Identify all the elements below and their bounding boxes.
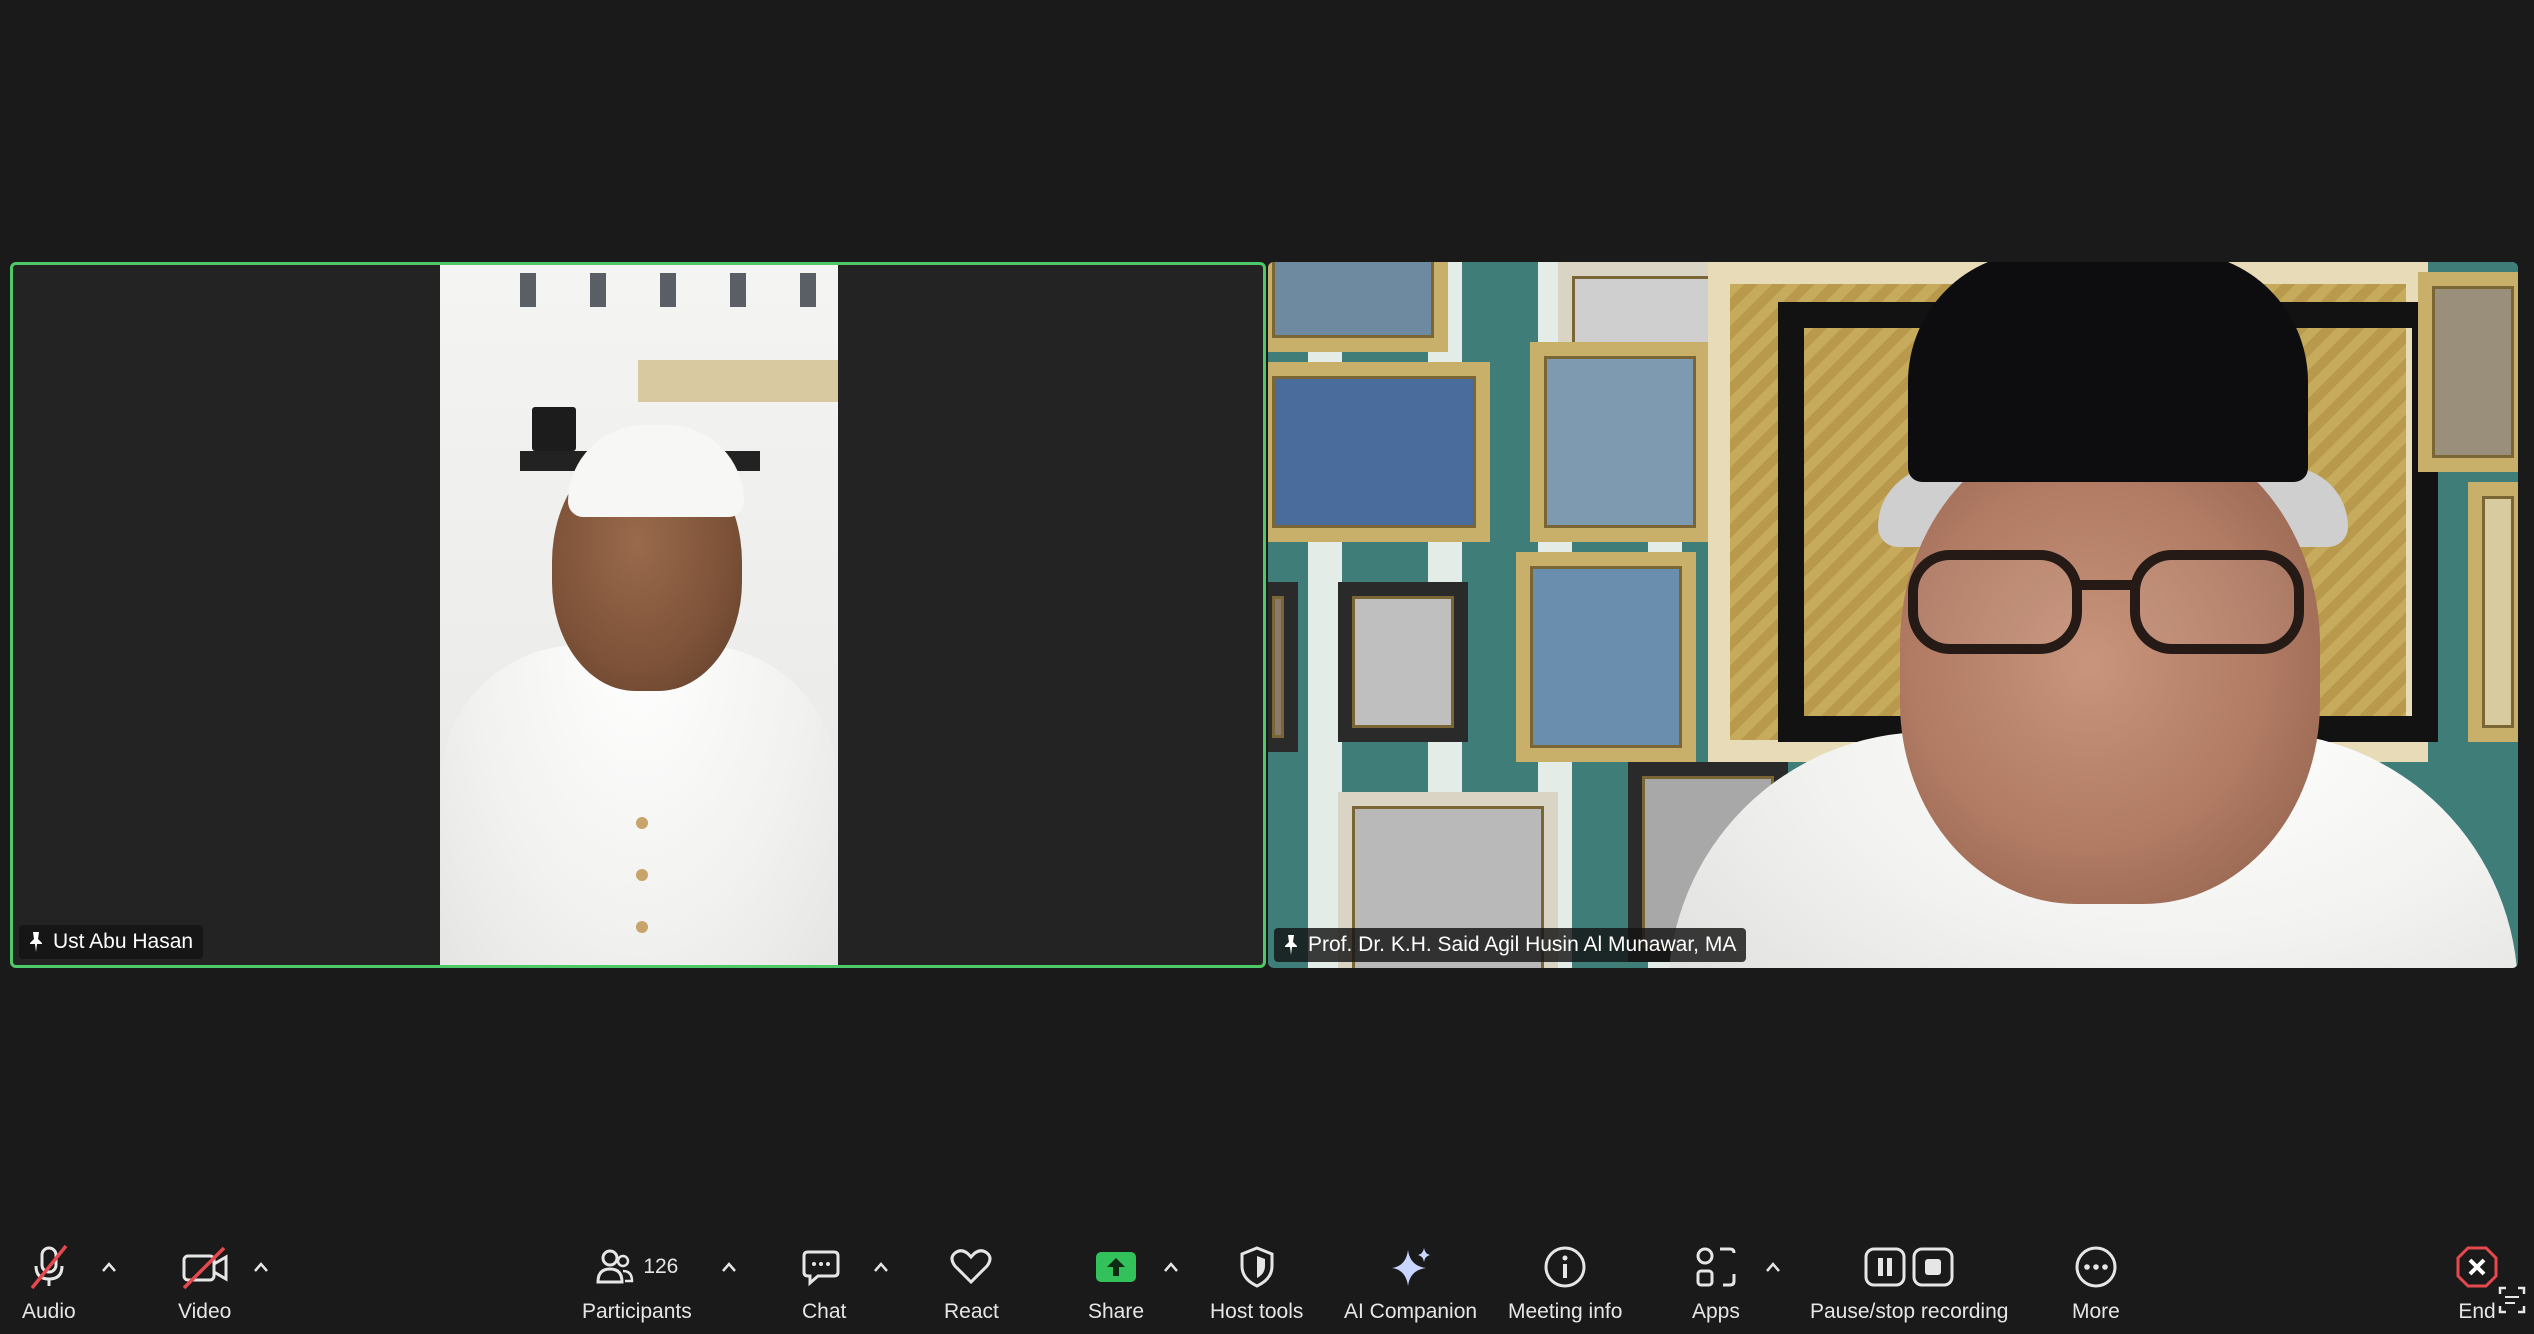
person-head [1900, 424, 2320, 904]
heart-icon [950, 1249, 992, 1285]
video-stage: Ust Abu Hasan Prof. Dr. K.H. Said Agil H… [0, 0, 2534, 1222]
react-label: React [944, 1300, 999, 1323]
chat-button[interactable]: Chat [802, 1244, 846, 1324]
participant-video-feed [440, 265, 838, 965]
share-screen-icon [1096, 1252, 1137, 1282]
video-options-caret[interactable] [252, 1260, 270, 1274]
camera-off-icon [182, 1246, 228, 1290]
caption-scan-icon[interactable] [2496, 1284, 2528, 1316]
participant-name-tag: Prof. Dr. K.H. Said Agil Husin Al Munawa… [1274, 928, 1747, 962]
participants-options-caret[interactable] [720, 1260, 738, 1274]
pin-icon [30, 932, 42, 952]
apps-grid-icon [1696, 1247, 1736, 1287]
person-peci-cap [1908, 262, 2308, 482]
participants-button[interactable]: 126 Participants [582, 1244, 692, 1324]
share-label: Share [1088, 1300, 1145, 1323]
people-icon [596, 1249, 634, 1284]
react-button[interactable]: React [944, 1244, 999, 1324]
participant-name-tag: Ust Abu Hasan [19, 925, 204, 959]
share-options-caret[interactable] [1162, 1260, 1180, 1274]
participants-count: 126 [643, 1255, 679, 1278]
meeting-toolbar: Audio Video 126 Participants Chat React … [0, 1222, 2534, 1334]
person-body [440, 645, 838, 965]
share-button[interactable]: Share [1088, 1244, 1144, 1324]
info-icon [1544, 1246, 1586, 1288]
participant-video-feed [1268, 262, 2518, 968]
host-tools-label: Host tools [1210, 1300, 1304, 1323]
apps-button[interactable]: Apps [1692, 1244, 1740, 1324]
video-label: Video [178, 1300, 232, 1323]
background-blinds [520, 273, 830, 307]
video-tile-participant[interactable]: Prof. Dr. K.H. Said Agil Husin Al Munawa… [1268, 262, 2518, 968]
person-glasses [1908, 550, 2304, 660]
recording-label: Pause/stop recording [1810, 1300, 2009, 1323]
participant-name: Ust Abu Hasan [53, 930, 194, 953]
shield-icon [1240, 1246, 1274, 1288]
ai-companion-button[interactable]: AI Companion [1344, 1244, 1477, 1324]
meeting-info-label: Meeting info [1508, 1300, 1623, 1323]
microphone-muted-icon [30, 1244, 68, 1290]
video-button[interactable]: Video [178, 1244, 231, 1324]
person-cap [568, 425, 744, 517]
apps-options-caret[interactable] [1764, 1260, 1782, 1274]
end-label: End [2458, 1300, 2496, 1323]
end-meeting-button[interactable]: End [2454, 1244, 2500, 1324]
more-dots-icon [2075, 1246, 2117, 1288]
pause-stop-recording-button[interactable]: Pause/stop recording [1810, 1244, 2008, 1324]
background-shelf [638, 360, 838, 402]
chat-bubbles-icon [802, 1250, 840, 1287]
background-speaker [532, 407, 576, 451]
participants-label: Participants [582, 1300, 692, 1323]
apps-label: Apps [1692, 1300, 1740, 1323]
host-tools-button[interactable]: Host tools [1210, 1244, 1303, 1324]
sparkle-icon [1391, 1248, 1430, 1286]
pin-icon [1285, 935, 1297, 955]
audio-options-caret[interactable] [100, 1260, 118, 1274]
more-label: More [2072, 1300, 2120, 1323]
chat-options-caret[interactable] [872, 1260, 890, 1274]
end-call-icon [2456, 1246, 2498, 1288]
more-button[interactable]: More [2072, 1244, 2120, 1324]
chat-label: Chat [802, 1300, 847, 1323]
video-tile-active-speaker[interactable]: Ust Abu Hasan [10, 262, 1266, 968]
meeting-info-button[interactable]: Meeting info [1508, 1244, 1622, 1324]
audio-button[interactable]: Audio [22, 1244, 76, 1324]
ai-companion-label: AI Companion [1344, 1300, 1478, 1323]
audio-label: Audio [22, 1300, 76, 1323]
pause-stop-icon [1864, 1247, 1954, 1287]
participant-name: Prof. Dr. K.H. Said Agil Husin Al Munawa… [1308, 933, 1737, 956]
